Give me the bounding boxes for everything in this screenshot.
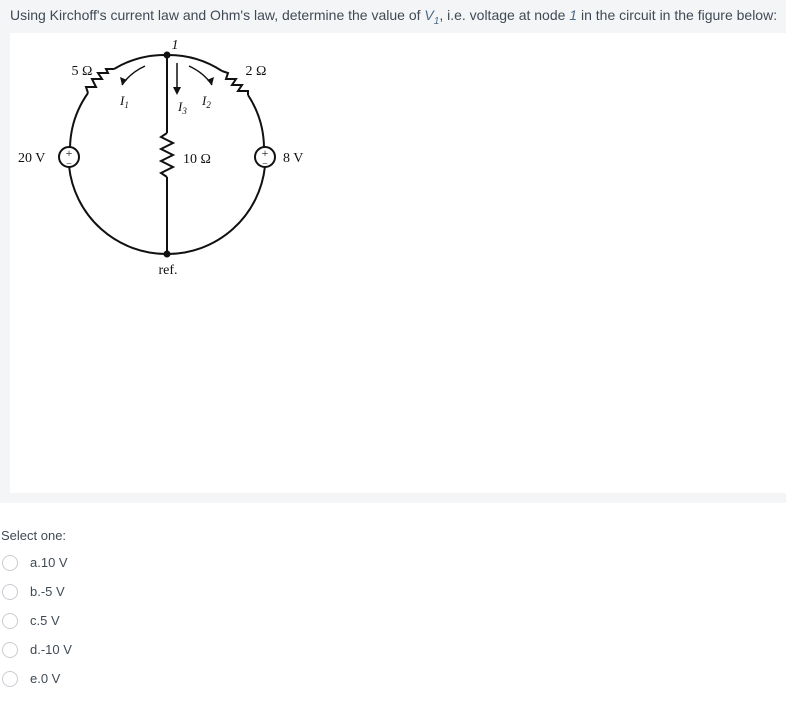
radio-e[interactable] <box>2 670 18 687</box>
node-1-dot <box>163 51 171 59</box>
r-middle-label: 10 Ω <box>183 152 211 167</box>
radio-b[interactable] <box>2 583 18 600</box>
option-c[interactable]: c.5 V <box>0 606 72 635</box>
wire-left-lower <box>69 92 89 149</box>
option-a-label[interactable]: a.10 V <box>30 555 68 570</box>
source-left-plus: + <box>66 146 73 160</box>
question-text: Using Kirchoff's current law and Ohm's l… <box>10 7 778 27</box>
option-d-label[interactable]: d.-10 V <box>30 642 72 657</box>
radio-d[interactable] <box>2 641 18 658</box>
option-b-label[interactable]: b.-5 V <box>30 584 65 599</box>
option-b[interactable]: b.-5 V <box>0 577 72 606</box>
resistor-10ohm <box>158 132 176 178</box>
radio-c[interactable] <box>2 612 18 629</box>
current-arrow-i1 <box>121 65 146 86</box>
source-right-label: 8 V <box>283 151 303 166</box>
source-left-minus: − <box>66 159 72 170</box>
wire-top-left <box>113 53 168 70</box>
node-ref-dot <box>163 250 171 258</box>
resistor-2ohm <box>221 70 249 95</box>
option-a[interactable]: a.10 V <box>0 548 72 577</box>
source-left-label: 20 V <box>18 151 45 166</box>
i2-label: I2 <box>201 93 211 110</box>
source-right-plus: + <box>262 146 269 160</box>
ref-label: ref. <box>158 263 177 278</box>
i3-label: I3 <box>177 99 187 116</box>
option-e[interactable]: e.0 V <box>0 664 72 693</box>
option-e-label[interactable]: e.0 V <box>30 671 60 686</box>
select-one-label: Select one: <box>1 528 67 543</box>
arrowhead-i3 <box>173 87 181 95</box>
wire-bottom-right <box>166 165 266 256</box>
wire-right-lower <box>247 94 265 149</box>
current-arrow-i2 <box>188 65 213 86</box>
source-right-minus: − <box>262 159 268 170</box>
i1-label: I1 <box>119 93 129 110</box>
r-left-label: 5 Ω <box>72 64 93 79</box>
node-label: 1 <box>172 38 179 53</box>
option-c-label[interactable]: c.5 V <box>30 613 60 628</box>
option-d[interactable]: d.-10 V <box>0 635 72 664</box>
radio-a[interactable] <box>2 554 18 571</box>
answer-options: a.10 V b.-5 V c.5 V d.-10 V e.0 V <box>0 548 72 693</box>
wire-bottom-left <box>68 165 168 256</box>
circuit-diagram: 1 5 Ω 2 Ω 10 Ω 20 V 8 V + − + − I1 I2 I3… <box>18 38 303 278</box>
r-right-label: 2 Ω <box>246 64 267 79</box>
